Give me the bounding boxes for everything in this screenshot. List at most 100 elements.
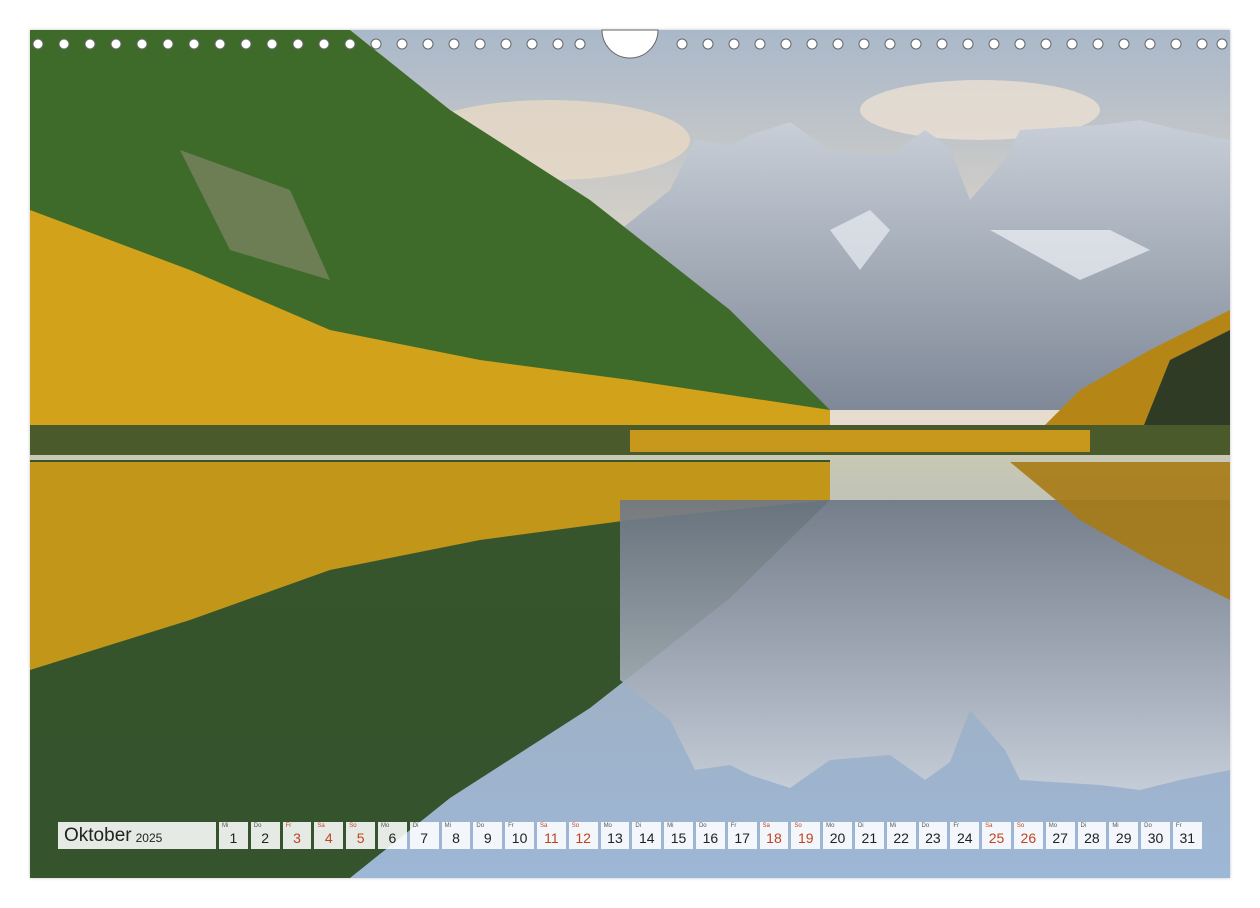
weekday-label: So [571,823,580,829]
day-cell: Mi 8 [441,822,471,849]
day-number: 13 [607,830,623,846]
day-number: 11 [544,830,559,846]
day-cell: Fr 10 [505,822,534,849]
weekday-label: Sa [317,823,325,829]
day-cell: Mi 22 [886,822,916,849]
weekday-label: So [349,823,357,829]
day-number: 22 [893,830,909,846]
weekday-label: Di [1080,823,1087,829]
day-number: 4 [324,830,333,846]
day-number: 18 [766,830,782,846]
day-number: 30 [1147,830,1164,846]
weekday-label: Mi [889,823,897,829]
day-number: 20 [829,830,846,846]
day-number: 1 [229,830,238,846]
day-cell: Mi 29 [1109,822,1139,849]
day-cell: Sa 11 [536,822,566,849]
weekday-label: Do [476,823,485,829]
weekday-label: Di [635,823,642,829]
day-cell: Mo 20 [823,822,852,849]
day-cell: Di 21 [854,822,884,849]
day-cell: Sa 4 [314,822,344,849]
weekday-label: Mi [667,823,674,829]
weekday-label: Fr [953,823,959,829]
weekday-label: Fr [285,823,292,829]
weekday-label: Sa [985,823,993,829]
day-number: 29 [1115,830,1132,846]
weekday-label: So [1016,823,1025,829]
day-cell: Do 30 [1141,822,1170,849]
weekday-label: Di [857,823,864,829]
day-number: 15 [670,830,687,846]
day-number: 28 [1084,830,1100,846]
day-number: 6 [388,830,397,846]
day-cell: Fr 31 [1172,822,1202,849]
day-number: 7 [420,830,429,846]
weekday-label: Do [253,823,262,829]
day-cell: Di 7 [409,822,439,849]
day-number: 21 [861,830,878,846]
weekday-label: Mo [380,823,390,829]
day-cells: Mi 1 Do 2 Fr 3 Sa 4 So 5 Mo 6 Di 7 Mi 8 Do 9 Fr 10 Sa 11 So 12 M… [219,822,1202,849]
landscape-photo [30,30,1230,878]
month-calendar-strip: Oktober 2025 Mi 1 Do 2 Fr 3 Sa 4 So 5 Mo 6 Di 7 Mi 8 Do 9… [58,822,1202,849]
day-number: 14 [638,830,655,846]
day-cell: Fr 24 [950,822,980,849]
day-number: 17 [734,830,750,846]
day-cell: Fr 17 [727,822,757,849]
day-cell: So 12 [568,822,598,849]
day-cell: Mo 27 [1045,822,1075,849]
weekday-label: Sa [539,823,548,829]
day-cell: So 26 [1013,822,1043,849]
day-number: 26 [1020,830,1037,846]
day-cell: Di 28 [1077,822,1107,849]
day-number: 31 [1179,830,1196,846]
day-cell: So 19 [791,822,821,849]
day-number: 8 [452,830,460,846]
day-cell: Mi 15 [664,822,693,849]
day-number: 23 [925,830,941,846]
day-cell: Do 16 [695,822,725,849]
spiral-binding [32,29,1228,59]
weekday-label: Do [921,823,930,829]
day-number: 24 [956,830,973,846]
day-cell: So 5 [346,822,375,849]
day-cell: Di 14 [632,822,662,849]
weekday-label: Sa [762,823,770,829]
day-cell: Fr 3 [282,822,312,849]
day-cell: Sa 25 [982,822,1011,849]
day-number: 27 [1052,830,1068,846]
weekday-label: Fr [730,823,737,829]
month-year: 2025 [135,830,163,845]
weekday-label: Mi [1112,823,1119,829]
day-cell: Do 2 [250,822,280,849]
weekday-label: Mi [444,823,451,829]
weekday-label: Fr [508,823,514,829]
weekday-label: Do [698,823,707,829]
weekday-label: Di [412,823,419,829]
day-number: 10 [511,830,528,846]
day-number: 25 [988,830,1005,846]
day-number: 2 [261,830,270,846]
day-cell: Do 9 [473,822,503,849]
day-cell: Mo 6 [377,822,407,849]
weekday-label: Mo [826,823,835,829]
day-cell: Mi 1 [219,822,248,849]
day-number: 9 [483,830,492,846]
weekday-label: So [794,823,802,829]
month-label: Oktober 2025 [58,822,216,849]
weekday-label: Fr [1175,823,1182,829]
day-cell: Mo 13 [600,822,630,849]
day-cell: Do 23 [918,822,948,849]
day-cell: Sa 18 [759,822,789,849]
weekday-label: Mo [603,823,612,829]
day-number: 19 [797,830,814,846]
hanger-notch [601,29,659,59]
day-number: 16 [702,830,719,846]
day-number: 12 [575,830,591,846]
day-number: 5 [356,830,365,846]
weekday-label: Mo [1048,823,1058,829]
month-name: Oktober [64,824,132,846]
weekday-label: Mi [222,823,229,829]
weekday-label: Do [1144,823,1152,829]
